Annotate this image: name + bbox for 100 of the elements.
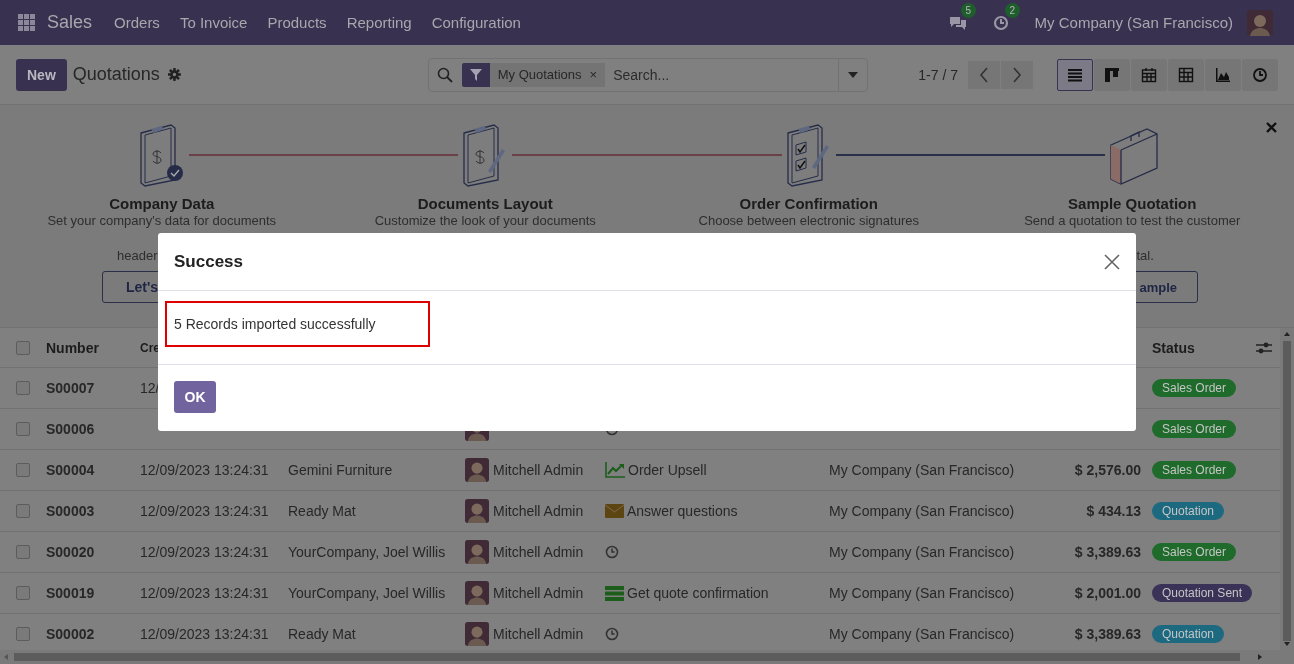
chevron-left-icon [979, 66, 989, 83]
list-icon [1067, 66, 1083, 83]
message-text: 5 Records imported successfully [174, 316, 376, 332]
table-cell: $ 2,001.00 [1074, 585, 1141, 601]
list-icon[interactable] [605, 585, 624, 601]
column-header[interactable]: Number [46, 339, 99, 356]
horizontal-scrollbar[interactable] [0, 650, 1294, 664]
company-switcher[interactable]: My Company (San Francisco) [1034, 14, 1233, 31]
checkbox[interactable] [16, 422, 30, 436]
pivot-view-button[interactable] [1168, 58, 1204, 91]
new-button[interactable]: New [16, 58, 67, 91]
table-cell: Mitchell Admin [493, 544, 584, 560]
count-badge: 2 [1004, 2, 1021, 18]
clock-icon[interactable] [605, 545, 619, 559]
table-cell: 12/09/2023 13:24:31 [140, 544, 269, 560]
kanban-view-button[interactable] [1094, 58, 1130, 91]
order-number: S00019 [46, 585, 95, 601]
clock-icon[interactable] [605, 627, 619, 641]
table-cell: YourCompany, Joel Willis [288, 544, 446, 560]
app-name[interactable]: Sales [47, 12, 93, 33]
next-button[interactable] [1001, 60, 1033, 89]
table-cell: My Company (San Francisco) [829, 626, 1015, 642]
table-cell: Mitchell Admin [493, 503, 584, 519]
order-number: S00007 [46, 380, 95, 396]
checkbox[interactable] [16, 340, 30, 355]
column-settings-icon[interactable] [1256, 340, 1272, 355]
pager-value[interactable]: 1-7 / 7 [918, 66, 958, 83]
table-cell: Ready Mat [288, 626, 356, 642]
kanban-icon [1104, 66, 1120, 83]
step-title: Order Confirmation [739, 195, 878, 212]
status-badge: Quotation [1152, 625, 1225, 643]
order-number: S00020 [46, 544, 95, 560]
checkbox[interactable] [16, 504, 30, 518]
column-header[interactable]: Status [1152, 339, 1195, 356]
avatar-icon [465, 581, 489, 605]
gear-icon[interactable] [167, 68, 181, 81]
table-cell: 12/09/2023 13:24:31 [140, 462, 269, 478]
status-badge: Sales Order [1152, 420, 1237, 438]
checkbox[interactable] [16, 381, 30, 395]
activity-summary: Answer questions [627, 503, 738, 519]
dialog-title: Success [174, 251, 243, 272]
activity-icon [1252, 66, 1268, 83]
checkbox[interactable] [16, 627, 30, 641]
avatar-icon[interactable] [1247, 9, 1273, 36]
graph-view-button[interactable] [1205, 58, 1241, 91]
step-title: Sample Quotation [1068, 195, 1197, 212]
close-icon[interactable] [1104, 253, 1120, 270]
apps-menu-icon[interactable] [18, 14, 35, 31]
step-description: Set your company's data for documents [47, 213, 277, 228]
close-icon[interactable] [1266, 122, 1277, 133]
table-cell: My Company (San Francisco) [829, 462, 1015, 478]
count-badge: 5 [960, 2, 977, 18]
menu-item[interactable]: Reporting [346, 14, 412, 31]
page-title: Quotations [72, 64, 160, 85]
step-description: Customize the look of your documents [374, 213, 596, 228]
caret-icon[interactable] [848, 71, 859, 78]
remove-facet-button[interactable]: × [585, 62, 606, 87]
avatar-icon [465, 458, 489, 482]
step-description: Send a quotation to test the customer [1024, 213, 1241, 228]
status-badge: Quotation Sent [1152, 584, 1253, 602]
calendar-view-button[interactable] [1131, 58, 1167, 91]
table-cell: YourCompany, Joel Willis [288, 585, 446, 601]
menu-item[interactable]: Orders [114, 14, 160, 31]
search-icon [436, 66, 453, 83]
table-cell: My Company (San Francisco) [829, 544, 1015, 560]
menu-item[interactable]: To Invoice [179, 14, 248, 31]
table-cell: Gemini Furniture [288, 462, 393, 478]
vertical-scrollbar[interactable] [1280, 328, 1294, 650]
activity-view-button[interactable] [1242, 58, 1278, 91]
order-number: S00002 [46, 626, 95, 642]
table-cell: Ready Mat [288, 503, 356, 519]
checkbox[interactable] [16, 586, 30, 600]
menu-item[interactable]: Products [267, 14, 327, 31]
step-title: Documents Layout [417, 195, 553, 212]
trend-chart-icon[interactable] [605, 462, 625, 478]
previous-button[interactable] [968, 60, 1000, 89]
status-badge: Sales Order [1152, 461, 1237, 479]
checkbox[interactable] [16, 463, 30, 477]
search-field[interactable]: My Quotations × Search... [427, 57, 869, 92]
table-cell: Mitchell Admin [493, 462, 584, 478]
ok-button[interactable]: OK [174, 381, 216, 413]
menu-item[interactable]: Configuration [431, 14, 521, 31]
table-cell: My Company (San Francisco) [829, 585, 1015, 601]
table-cell: $ 3,389.63 [1074, 544, 1141, 560]
clock-icon[interactable] [992, 14, 1009, 31]
checkbox[interactable] [16, 545, 30, 559]
chevron-right-icon [1012, 66, 1022, 83]
avatar-icon [465, 622, 489, 646]
status-badge: Quotation [1152, 502, 1225, 520]
pivot-icon [1178, 66, 1194, 83]
table-cell: $ 2,576.00 [1074, 462, 1141, 478]
filter-facet: My Quotations [489, 62, 586, 87]
table-cell: 12/09/2023 13:24:31 [140, 626, 269, 642]
activity-summary: Order Upsell [628, 462, 707, 478]
chat-icon[interactable] [948, 14, 967, 31]
list-view-button[interactable] [1057, 58, 1093, 91]
table-cell: Mitchell Admin [493, 626, 584, 642]
order-number: S00003 [46, 503, 95, 519]
table-cell: $ 3,389.63 [1074, 626, 1141, 642]
step-description: Choose between electronic signatures [698, 213, 919, 228]
